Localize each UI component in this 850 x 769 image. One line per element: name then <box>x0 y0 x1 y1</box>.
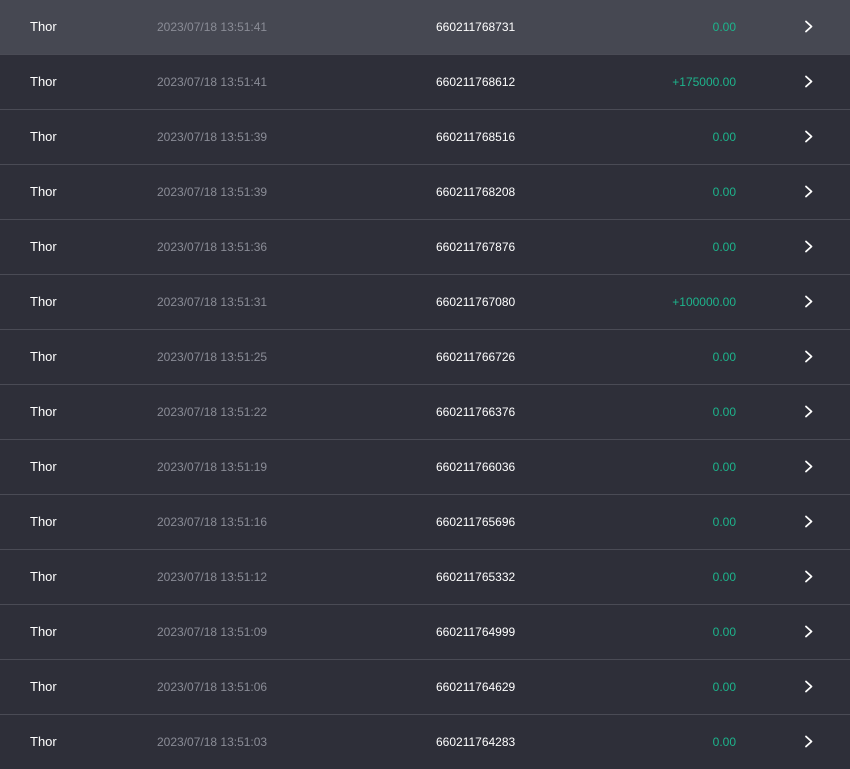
round-id: 660211767080 <box>436 295 516 309</box>
chevron-right-icon[interactable] <box>804 550 816 604</box>
win-amount: 0.00 <box>712 20 736 34</box>
round-id: 660211767876 <box>436 240 516 254</box>
bet-time: 2023/07/18 13:51:09 <box>157 625 268 639</box>
bet-time: 2023/07/18 13:51:19 <box>157 460 268 474</box>
history-row[interactable]: Thor 2023/07/18 13:51:41 660211768612 +1… <box>0 55 850 110</box>
round-id: 660211768731 <box>436 20 516 34</box>
chevron-right-icon[interactable] <box>804 330 816 384</box>
win-amount: 0.00 <box>712 405 736 419</box>
game-name: Thor <box>30 294 57 309</box>
game-name: Thor <box>30 19 57 34</box>
chevron-right-icon[interactable] <box>804 110 816 164</box>
round-id: 660211766376 <box>436 405 516 419</box>
game-name: Thor <box>30 239 57 254</box>
chevron-right-icon[interactable] <box>804 220 816 274</box>
chevron-right-icon[interactable] <box>804 605 816 659</box>
chevron-right-icon[interactable] <box>804 715 816 769</box>
chevron-right-icon[interactable] <box>804 385 816 439</box>
win-amount: +175000.00 <box>672 75 736 89</box>
bet-time: 2023/07/18 13:51:22 <box>157 405 268 419</box>
round-id: 660211768208 <box>436 185 516 199</box>
bet-time: 2023/07/18 13:51:31 <box>157 295 268 309</box>
game-name: Thor <box>30 74 57 89</box>
round-id: 660211764999 <box>436 625 516 639</box>
win-amount: 0.00 <box>712 130 736 144</box>
chevron-right-icon[interactable] <box>804 495 816 549</box>
history-row[interactable]: Thor 2023/07/18 13:51:22 660211766376 0.… <box>0 385 850 440</box>
history-row[interactable]: Thor 2023/07/18 13:51:39 660211768516 0.… <box>0 110 850 165</box>
game-name: Thor <box>30 129 57 144</box>
chevron-right-icon[interactable] <box>804 660 816 714</box>
bet-time: 2023/07/18 13:51:41 <box>157 20 268 34</box>
bet-time: 2023/07/18 13:51:03 <box>157 735 268 749</box>
chevron-right-icon[interactable] <box>804 165 816 219</box>
win-amount: +100000.00 <box>672 295 736 309</box>
game-name: Thor <box>30 404 57 419</box>
history-row[interactable]: Thor 2023/07/18 13:51:31 660211767080 +1… <box>0 275 850 330</box>
game-name: Thor <box>30 734 57 749</box>
win-amount: 0.00 <box>712 515 736 529</box>
game-name: Thor <box>30 514 57 529</box>
round-id: 660211764629 <box>436 680 516 694</box>
round-id: 660211766036 <box>436 460 516 474</box>
round-id: 660211765332 <box>436 570 516 584</box>
win-amount: 0.00 <box>712 185 736 199</box>
win-amount: 0.00 <box>712 625 736 639</box>
bet-time: 2023/07/18 13:51:16 <box>157 515 268 529</box>
history-row[interactable]: Thor 2023/07/18 13:51:06 660211764629 0.… <box>0 660 850 715</box>
chevron-right-icon[interactable] <box>804 0 816 54</box>
win-amount: 0.00 <box>712 570 736 584</box>
history-row[interactable]: Thor 2023/07/18 13:51:03 660211764283 0.… <box>0 715 850 769</box>
history-row[interactable]: Thor 2023/07/18 13:51:36 660211767876 0.… <box>0 220 850 275</box>
bet-time: 2023/07/18 13:51:25 <box>157 350 268 364</box>
round-id: 660211766726 <box>436 350 516 364</box>
game-name: Thor <box>30 349 57 364</box>
bet-time: 2023/07/18 13:51:36 <box>157 240 268 254</box>
history-row[interactable]: Thor 2023/07/18 13:51:12 660211765332 0.… <box>0 550 850 605</box>
game-name: Thor <box>30 569 57 584</box>
win-amount: 0.00 <box>712 350 736 364</box>
win-amount: 0.00 <box>712 680 736 694</box>
history-row[interactable]: Thor 2023/07/18 13:51:16 660211765696 0.… <box>0 495 850 550</box>
history-row[interactable]: Thor 2023/07/18 13:51:25 660211766726 0.… <box>0 330 850 385</box>
history-row[interactable]: Thor 2023/07/18 13:51:41 660211768731 0.… <box>0 0 850 55</box>
round-id: 660211764283 <box>436 735 516 749</box>
chevron-right-icon[interactable] <box>804 275 816 329</box>
game-name: Thor <box>30 679 57 694</box>
history-row[interactable]: Thor 2023/07/18 13:51:19 660211766036 0.… <box>0 440 850 495</box>
chevron-right-icon[interactable] <box>804 55 816 109</box>
bet-time: 2023/07/18 13:51:41 <box>157 75 268 89</box>
bet-time: 2023/07/18 13:51:39 <box>157 185 268 199</box>
bet-time: 2023/07/18 13:51:12 <box>157 570 268 584</box>
win-amount: 0.00 <box>712 735 736 749</box>
bet-time: 2023/07/18 13:51:39 <box>157 130 268 144</box>
history-row[interactable]: Thor 2023/07/18 13:51:09 660211764999 0.… <box>0 605 850 660</box>
game-name: Thor <box>30 184 57 199</box>
round-id: 660211768516 <box>436 130 516 144</box>
game-name: Thor <box>30 624 57 639</box>
game-name: Thor <box>30 459 57 474</box>
round-id: 660211765696 <box>436 515 516 529</box>
chevron-right-icon[interactable] <box>804 440 816 494</box>
win-amount: 0.00 <box>712 240 736 254</box>
history-row[interactable]: Thor 2023/07/18 13:51:39 660211768208 0.… <box>0 165 850 220</box>
round-id: 660211768612 <box>436 75 516 89</box>
bet-time: 2023/07/18 13:51:06 <box>157 680 268 694</box>
win-amount: 0.00 <box>712 460 736 474</box>
bet-history-list: Thor 2023/07/18 13:51:41 660211768731 0.… <box>0 0 850 769</box>
